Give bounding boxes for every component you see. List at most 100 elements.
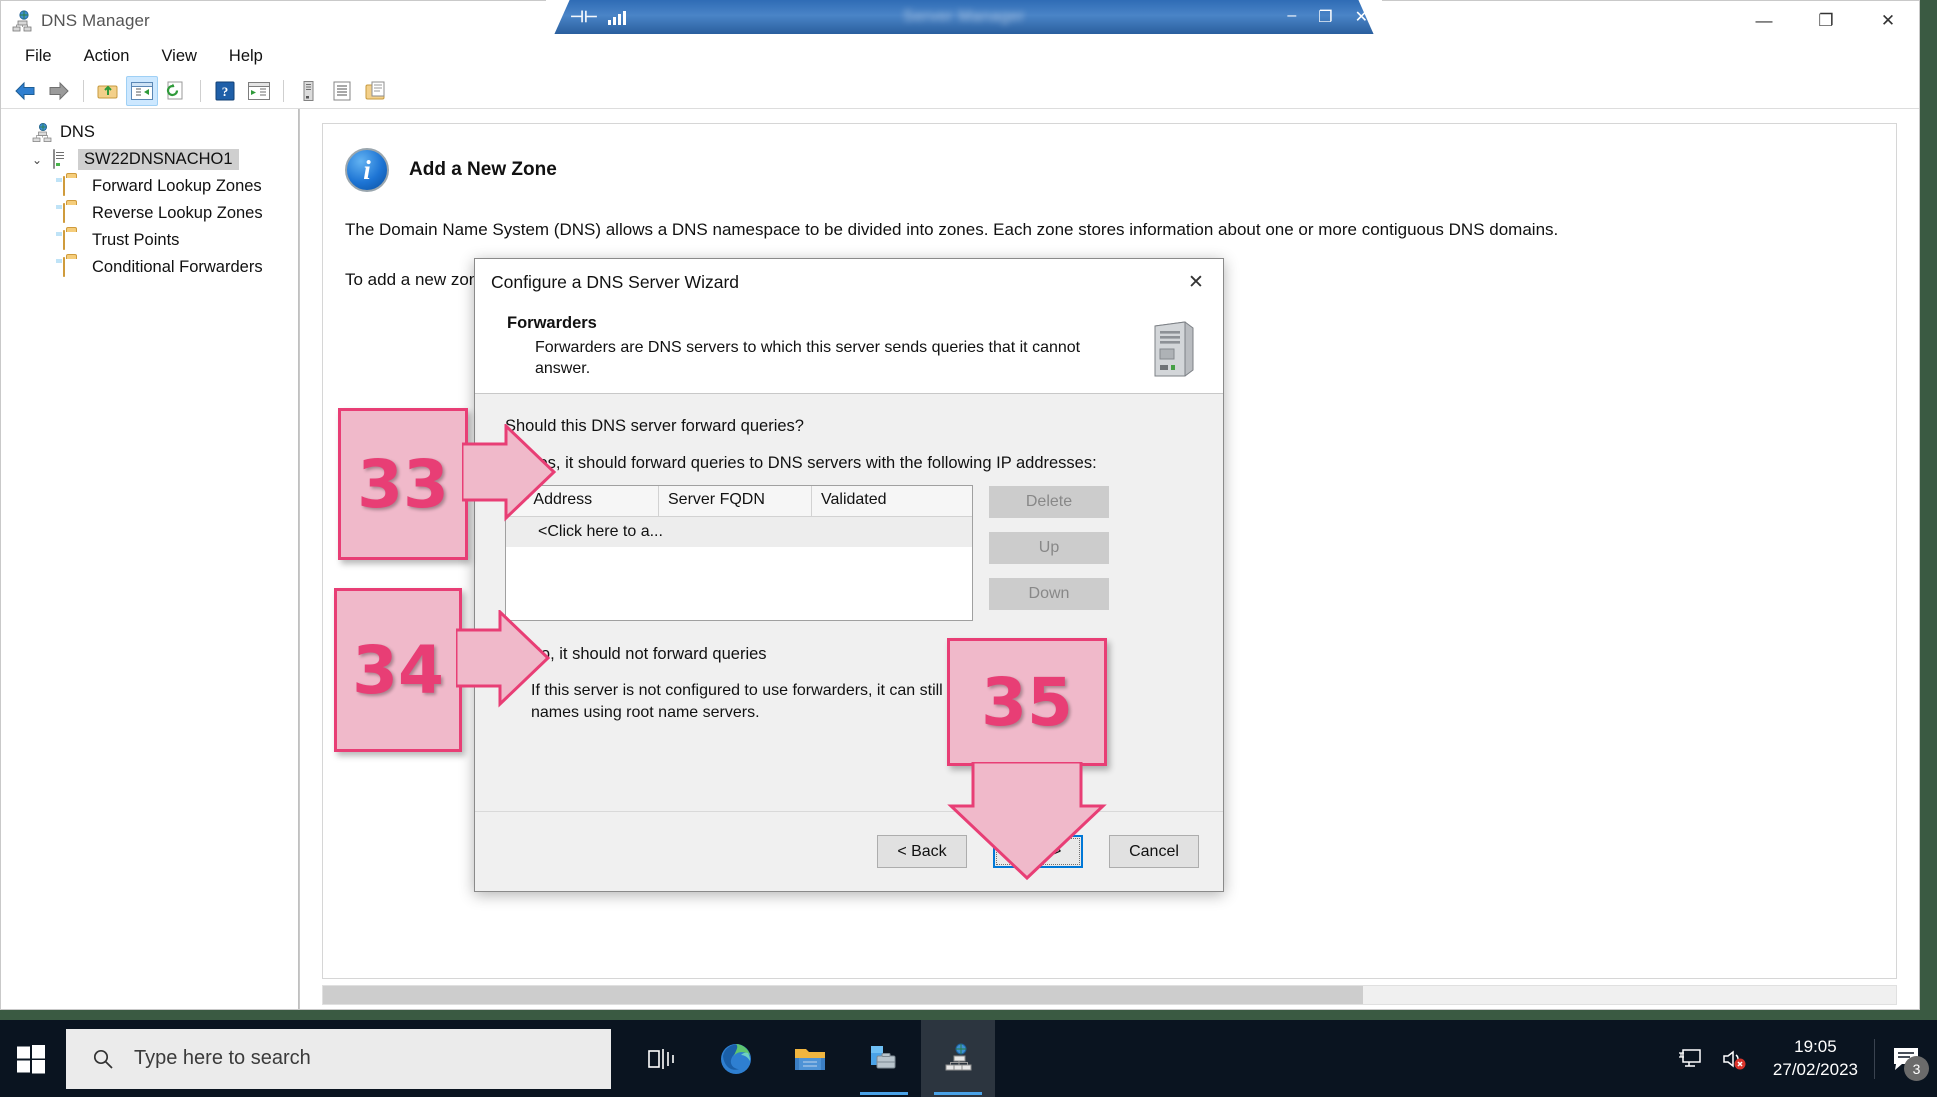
folder-icon xyxy=(63,256,85,278)
tree-item-dns-root[interactable]: DNS xyxy=(1,119,298,146)
task-view-icon[interactable] xyxy=(625,1020,699,1097)
wizard-titlebar: Configure a DNS Server Wizard ✕ xyxy=(475,259,1223,306)
forward-queries-question: Should this DNS server forward queries? xyxy=(505,417,804,435)
screen: DNS Manager — ❐ ✕ File Action View Help xyxy=(0,0,1937,1097)
ghost-maximize-button[interactable]: ❐ xyxy=(1318,7,1332,27)
network-monitor-icon[interactable] xyxy=(1669,1020,1713,1097)
show-hide-console-tree-icon[interactable] xyxy=(126,75,158,106)
wizard-footer: < Back Next > Cancel xyxy=(475,811,1223,891)
notification-count-badge: 3 xyxy=(1904,1056,1929,1081)
configure-dns-server-wizard: Configure a DNS Server Wizard ✕ Forwarde… xyxy=(474,258,1224,892)
server-manager-title: Server Manager xyxy=(903,8,1025,25)
properties-icon[interactable] xyxy=(326,76,358,106)
folder-icon xyxy=(63,202,85,224)
tree-item-forward-lookup-zones[interactable]: Forward Lookup Zones xyxy=(1,173,298,200)
page-title: Add a New Zone xyxy=(409,159,557,180)
menu-action[interactable]: Action xyxy=(70,42,144,71)
tree-item-label: Trust Points xyxy=(92,231,180,249)
tree-item-label: SW22DNSNACHO1 xyxy=(78,149,239,170)
callout-35-arrow xyxy=(947,762,1107,881)
back-arrow-icon[interactable] xyxy=(9,76,41,106)
help-icon[interactable]: ? xyxy=(209,76,241,106)
wizard-header: Forwarders Forwarders are DNS servers to… xyxy=(475,306,1223,394)
dns-server-icon xyxy=(11,9,33,32)
delete-button[interactable]: Delete xyxy=(989,486,1109,518)
microsoft-edge-icon[interactable] xyxy=(699,1020,773,1097)
ghost-window-controls: – ❐ ✕ xyxy=(1287,7,1368,27)
scrollbar-thumb[interactable] xyxy=(323,986,1363,1004)
toolbar-separator xyxy=(83,79,84,102)
svg-text:?: ? xyxy=(222,84,229,99)
volume-muted-icon[interactable] xyxy=(1713,1020,1757,1097)
callout-35: 35 xyxy=(947,638,1107,881)
tree-item-conditional-forwarders[interactable]: Conditional Forwarders xyxy=(1,254,298,281)
server-tower-icon xyxy=(1141,318,1201,380)
cancel-button[interactable]: Cancel xyxy=(1109,835,1199,868)
tree-item-label: Forward Lookup Zones xyxy=(92,177,262,195)
search-placeholder: Type here to search xyxy=(134,1047,311,1069)
callout-35-number: 35 xyxy=(947,638,1107,766)
taskbar-apps xyxy=(625,1020,995,1097)
maximize-button[interactable]: ❐ xyxy=(1795,1,1857,40)
tree-item-server[interactable]: ⌄ SW22DNSNACHO1 xyxy=(1,146,298,173)
radio-yes-forward[interactable]: Yes, it should forward queries to DNS se… xyxy=(505,454,1193,473)
menu-bar: File Action View Help xyxy=(1,40,1919,73)
minimize-button[interactable]: — xyxy=(1733,1,1795,40)
window-controls: — ❐ ✕ xyxy=(1733,1,1919,40)
toolbar: ? xyxy=(1,73,1919,109)
server-manager-titlebar: ⊣⊢ Server Manager – ❐ ✕ xyxy=(546,0,1382,34)
new-server-icon[interactable] xyxy=(292,76,324,106)
server-manager-icon[interactable] xyxy=(847,1020,921,1097)
up-one-level-icon[interactable] xyxy=(92,76,124,106)
action-center-icon[interactable]: 3 xyxy=(1875,1020,1937,1097)
menu-help[interactable]: Help xyxy=(215,42,277,71)
menu-file[interactable]: File xyxy=(11,42,66,71)
horizontal-scrollbar[interactable] xyxy=(322,985,1897,1005)
file-explorer-icon[interactable] xyxy=(773,1020,847,1097)
close-button[interactable]: ✕ xyxy=(1857,1,1919,40)
clock-date: 27/02/2023 xyxy=(1772,1059,1858,1079)
clock-time: 19:05 xyxy=(1794,1036,1837,1056)
menu-view[interactable]: View xyxy=(147,42,210,71)
callout-33-arrow xyxy=(462,424,557,522)
ghost-minimize-button[interactable]: – xyxy=(1287,7,1296,27)
wizard-content: Should this DNS server forward queries? … xyxy=(475,395,1223,811)
clock[interactable]: 19:05 27/02/2023 xyxy=(1757,1036,1874,1082)
new-zone-icon[interactable] xyxy=(360,76,392,106)
search-icon xyxy=(93,1049,113,1069)
server-manager-icon: ⊣⊢ xyxy=(570,9,598,26)
server-icon xyxy=(49,148,71,170)
wizard-step-description: Forwarders are DNS servers to which this… xyxy=(535,339,1081,378)
dns-manager-icon[interactable] xyxy=(921,1020,995,1097)
tree-item-reverse-lookup-zones[interactable]: Reverse Lookup Zones xyxy=(1,200,298,227)
search-input[interactable]: Type here to search xyxy=(66,1028,611,1089)
callout-34-arrow xyxy=(456,610,551,708)
tree-item-trust-points[interactable]: Trust Points xyxy=(1,227,298,254)
callout-33: 33 xyxy=(338,408,557,560)
refresh-icon[interactable] xyxy=(160,76,192,106)
forwarders-side-buttons: Delete Up Down xyxy=(989,485,1109,621)
ghost-close-button[interactable]: ✕ xyxy=(1355,7,1368,27)
toolbar-separator xyxy=(283,79,284,102)
close-icon[interactable]: ✕ xyxy=(1169,259,1223,306)
wizard-title: Configure a DNS Server Wizard xyxy=(491,272,739,292)
callout-34-number: 34 xyxy=(334,588,462,752)
system-tray: 19:05 27/02/2023 3 xyxy=(1669,1020,1937,1097)
taskbar: Type here to search 19:05 27/02/2023 3 xyxy=(0,1020,1937,1097)
radio-yes-label: Yes, it should forward queries to DNS se… xyxy=(529,454,1097,472)
console-tree: DNS ⌄ SW22DNSNACHO1 Forward Lookup Zones… xyxy=(1,109,299,1009)
forward-arrow-icon[interactable] xyxy=(43,76,75,106)
details-paragraph-1: The Domain Name System (DNS) allows a DN… xyxy=(345,220,1559,239)
info-icon: i xyxy=(345,148,389,192)
dns-root-icon xyxy=(31,122,53,143)
down-button[interactable]: Down xyxy=(989,578,1109,610)
callout-33-number: 33 xyxy=(338,408,468,560)
column-header-server-fqdn[interactable]: Server FQDN xyxy=(659,486,812,516)
start-button[interactable] xyxy=(0,1020,62,1097)
tree-item-label: Reverse Lookup Zones xyxy=(92,204,263,222)
up-button[interactable]: Up xyxy=(989,532,1109,564)
forwarders-area: IP Address Server FQDN Validated <Click … xyxy=(505,485,1193,621)
column-header-validated[interactable]: Validated xyxy=(812,486,972,516)
chevron-down-icon[interactable]: ⌄ xyxy=(25,153,49,167)
export-list-icon[interactable] xyxy=(243,76,275,106)
